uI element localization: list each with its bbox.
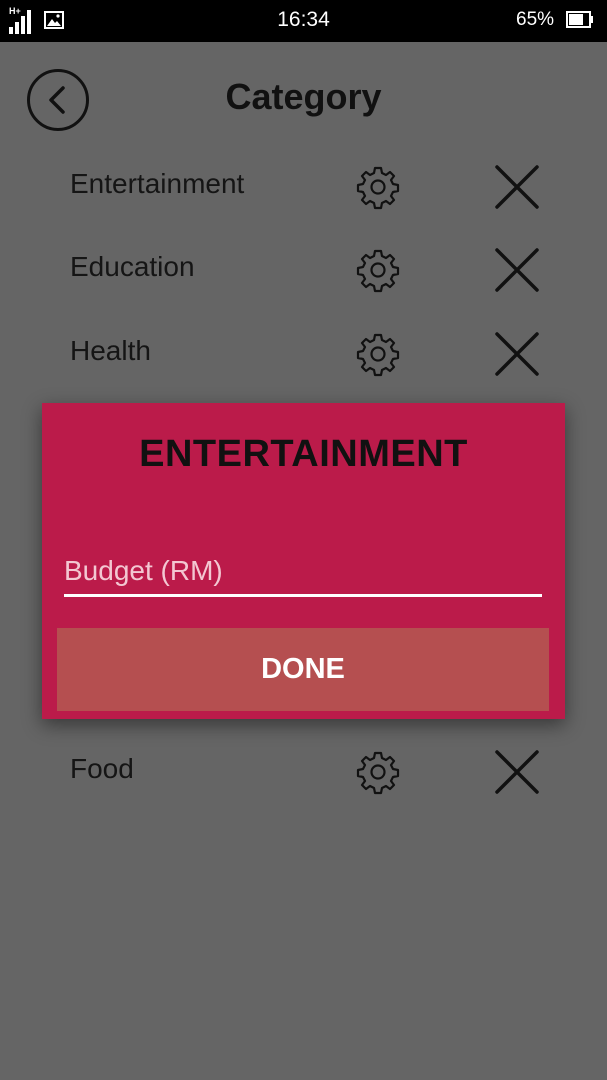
dialog-title: ENTERTAINMENT: [139, 433, 468, 475]
gear-icon[interactable]: [355, 164, 401, 210]
close-icon[interactable]: [492, 162, 542, 212]
status-bar: H+ 16:34 65%: [0, 0, 607, 42]
close-icon[interactable]: [492, 329, 542, 379]
gear-icon[interactable]: [355, 749, 401, 795]
gear-icon[interactable]: [355, 247, 401, 293]
gear-icon[interactable]: [355, 331, 401, 377]
category-label: Health: [70, 335, 151, 366]
budget-dialog: ENTERTAINMENT DONE: [42, 403, 565, 719]
list-item: Food: [0, 743, 607, 803]
list-item: Entertainment: [0, 158, 607, 218]
category-label: Food: [70, 753, 134, 784]
category-label: Entertainment: [70, 168, 245, 199]
battery-percent: 65%: [516, 9, 555, 30]
close-icon[interactable]: [492, 245, 542, 295]
page-title: Category: [225, 76, 382, 117]
close-icon[interactable]: [492, 747, 542, 797]
done-button[interactable]: DONE: [57, 628, 549, 711]
category-label: Education: [70, 251, 195, 282]
budget-input[interactable]: [64, 548, 542, 597]
list-item: Education: [0, 241, 607, 301]
list-item: Health: [0, 325, 607, 385]
battery-icon: [566, 11, 593, 28]
